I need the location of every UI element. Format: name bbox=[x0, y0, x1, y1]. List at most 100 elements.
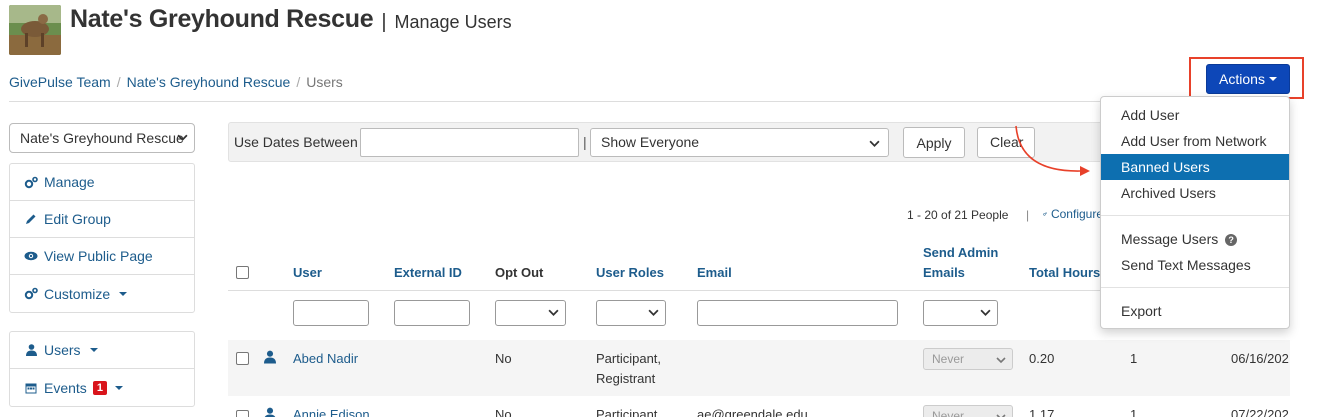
breadcrumb-separator: / bbox=[116, 74, 121, 90]
sidebar-nav-panel: Users Events 1 bbox=[9, 331, 195, 407]
send-admin-value: Never bbox=[932, 409, 965, 417]
sidebar-item-view-public-page[interactable]: View Public Page bbox=[10, 238, 194, 275]
gears-icon bbox=[24, 287, 38, 300]
gears-icon bbox=[24, 176, 38, 189]
breadcrumb: GivePulse Team / Nate's Greyhound Rescue… bbox=[9, 74, 343, 90]
sidebar-item-label: Users bbox=[44, 342, 81, 358]
sidebar-item-label: Edit Group bbox=[44, 211, 111, 227]
configure-label: Configure bbox=[1050, 207, 1103, 221]
calendar-icon bbox=[24, 382, 38, 394]
send-admin-value: Never bbox=[932, 352, 965, 366]
menu-item-archived-users[interactable]: Archived Users bbox=[1101, 180, 1289, 206]
column-header-user-roles[interactable]: User Roles bbox=[596, 265, 664, 280]
show-select-value: Show Everyone bbox=[601, 134, 700, 150]
caret-down-icon bbox=[119, 291, 128, 296]
user-icon bbox=[24, 344, 38, 356]
show-everyone-select[interactable]: Show Everyone bbox=[590, 128, 889, 157]
date-value: 07/22/202 bbox=[1231, 407, 1289, 417]
user-roles-filter-select[interactable] bbox=[596, 300, 666, 326]
chevron-down-icon bbox=[996, 414, 1006, 417]
page-title: Manage Users bbox=[394, 12, 512, 32]
breadcrumb-current: Users bbox=[306, 74, 343, 90]
send-admin-filter-select[interactable] bbox=[923, 300, 998, 326]
total-hours-value: 1.17 bbox=[1029, 407, 1055, 417]
sidebar-item-users[interactable]: Users bbox=[10, 332, 194, 369]
send-admin-emails-select[interactable]: Never bbox=[923, 348, 1013, 370]
date-filter-label: Use Dates Between bbox=[234, 134, 358, 150]
menu-item-send-text-messages[interactable]: Send Text Messages bbox=[1101, 252, 1289, 278]
sidebar-item-label: Manage bbox=[44, 174, 95, 190]
chevron-down-icon bbox=[548, 309, 559, 316]
title-separator: | bbox=[381, 11, 387, 33]
menu-item-message-users[interactable]: Message Users ? bbox=[1101, 226, 1289, 252]
sidebar-item-events[interactable]: Events 1 bbox=[10, 369, 194, 406]
column-header-total-hours[interactable]: Total Hours bbox=[1029, 265, 1100, 280]
sidebar-manage-panel: Manage Edit Group View Public Page Custo… bbox=[9, 163, 195, 313]
send-admin-emails-select[interactable]: Never bbox=[923, 405, 1013, 417]
actions-button[interactable]: Actions bbox=[1206, 64, 1290, 94]
opt-out-value: No bbox=[495, 407, 512, 417]
actions-dropdown-menu: Add User Add User from Network Banned Us… bbox=[1100, 96, 1290, 329]
select-all-checkbox[interactable] bbox=[236, 266, 249, 279]
date-range-input[interactable] bbox=[360, 128, 579, 157]
table-row bbox=[228, 340, 1290, 396]
org-logo[interactable] bbox=[9, 5, 61, 55]
sidebar-item-label: Events bbox=[44, 379, 87, 396]
count-value: 1 bbox=[1130, 407, 1138, 417]
menu-divider bbox=[1101, 287, 1289, 288]
people-count: 1 - 20 of 21 People bbox=[907, 208, 1009, 222]
caret-down-icon bbox=[114, 385, 123, 390]
count-value: 1 bbox=[1130, 351, 1138, 366]
filter-separator: | bbox=[583, 134, 587, 150]
help-icon[interactable]: ? bbox=[1225, 234, 1238, 246]
sidebar-item-label: View Public Page bbox=[44, 248, 153, 264]
eye-icon bbox=[24, 251, 38, 261]
menu-divider bbox=[1101, 215, 1289, 216]
breadcrumb-org[interactable]: Nate's Greyhound Rescue bbox=[127, 74, 291, 90]
column-header-user[interactable]: User bbox=[293, 265, 322, 280]
menu-item-add-user[interactable]: Add User bbox=[1101, 102, 1289, 128]
apply-button[interactable]: Apply bbox=[903, 127, 965, 158]
chevron-down-icon bbox=[996, 357, 1006, 364]
sidebar-item-edit-group[interactable]: Edit Group bbox=[10, 201, 194, 238]
opt-out-value: No bbox=[495, 351, 512, 366]
group-select[interactable]: Nate's Greyhound Rescue bbox=[9, 123, 195, 153]
email-value: ae@greendale.edu bbox=[697, 407, 808, 417]
column-header-send-admin-emails[interactable]: Send Admin bbox=[923, 245, 998, 260]
date-value: 06/16/202 bbox=[1231, 351, 1289, 366]
clear-button[interactable]: Clear bbox=[977, 127, 1035, 158]
menu-item-banned-users[interactable]: Banned Users bbox=[1101, 154, 1289, 180]
external-id-filter-input[interactable] bbox=[394, 300, 470, 326]
actions-button-label: Actions bbox=[1219, 71, 1265, 87]
column-header-send-admin-emails-line2[interactable]: Emails bbox=[923, 265, 965, 280]
sidebar-item-customize[interactable]: Customize bbox=[10, 275, 194, 312]
email-filter-input[interactable] bbox=[697, 300, 898, 326]
chevron-down-icon bbox=[980, 309, 991, 316]
column-header-opt-out: Opt Out bbox=[495, 265, 544, 280]
caret-down-icon bbox=[1268, 77, 1277, 81]
breadcrumb-givepulse-team[interactable]: GivePulse Team bbox=[9, 74, 111, 90]
row-checkbox[interactable] bbox=[236, 352, 249, 365]
user-name-link[interactable]: Annie Edison bbox=[293, 407, 370, 417]
user-icon bbox=[264, 350, 276, 364]
total-hours-value: 0.20 bbox=[1029, 351, 1055, 366]
sidebar-item-manage[interactable]: Manage bbox=[10, 164, 194, 201]
row-checkbox[interactable] bbox=[236, 410, 249, 417]
caret-down-icon bbox=[89, 348, 98, 352]
menu-item-add-user-from-network[interactable]: Add User from Network bbox=[1101, 128, 1289, 154]
header-divider bbox=[9, 101, 1290, 102]
user-name-link[interactable]: Abed Nadir bbox=[293, 351, 358, 366]
column-header-external-id[interactable]: External ID bbox=[394, 265, 462, 280]
chevron-down-icon bbox=[869, 140, 880, 147]
user-roles-value-line2: Registrant bbox=[596, 371, 656, 386]
pagination-separator: | bbox=[1026, 208, 1030, 222]
user-roles-value: Participant bbox=[596, 407, 658, 417]
org-title[interactable]: Nate's Greyhound Rescue bbox=[70, 5, 374, 34]
events-count-badge: 1 bbox=[92, 380, 107, 395]
user-icon bbox=[264, 407, 276, 417]
menu-item-export[interactable]: Export bbox=[1101, 298, 1289, 324]
configure-link[interactable]: Configure bbox=[1043, 207, 1103, 221]
opt-out-filter-select[interactable] bbox=[495, 300, 566, 326]
column-header-email[interactable]: Email bbox=[697, 265, 732, 280]
user-filter-input[interactable] bbox=[293, 300, 369, 326]
